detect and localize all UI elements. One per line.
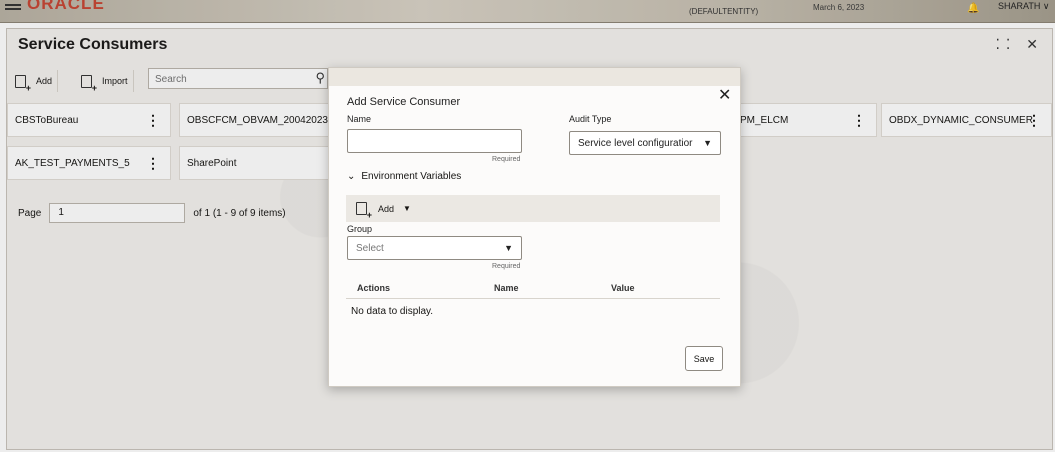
chevron-down-icon: ▼ — [703, 138, 712, 148]
column-header-name[interactable]: Name — [494, 283, 519, 293]
audit-type-select[interactable]: Service level configuratior ▼ — [569, 131, 721, 155]
audit-type-value: Service level configuratior — [578, 137, 693, 149]
chevron-down-icon: ▼ — [504, 243, 513, 253]
table-divider — [346, 298, 720, 299]
add-menu-label: Add — [378, 203, 395, 214]
environment-variables-label: Environment Variables — [361, 171, 462, 182]
group-required-hint: Required — [492, 263, 521, 270]
chevron-down-icon: ⌄ — [347, 171, 356, 182]
caret-down-icon: ▼ — [403, 204, 411, 213]
save-button[interactable]: Save — [685, 346, 723, 371]
dialog-header-strip — [329, 68, 740, 86]
name-label: Name — [347, 114, 372, 124]
empty-table-message: No data to display. — [351, 306, 434, 317]
group-placeholder: Select — [356, 242, 384, 254]
column-header-value[interactable]: Value — [611, 283, 635, 293]
add-document-icon — [356, 202, 372, 220]
group-label: Group — [347, 224, 373, 234]
dialog-title: Add Service Consumer — [347, 96, 461, 108]
environment-variables-toggle[interactable]: ⌄ Environment Variables — [347, 171, 461, 182]
name-required-hint: Required — [492, 156, 521, 163]
add-menu-button[interactable]: Add ▼ — [356, 202, 411, 220]
close-icon[interactable]: ✕ — [718, 85, 731, 105]
group-select[interactable]: Select ▼ — [347, 236, 522, 260]
env-add-toolbar: Add ▼ — [346, 195, 720, 222]
name-field[interactable] — [347, 129, 522, 153]
column-header-actions[interactable]: Actions — [357, 283, 390, 293]
audit-type-label: Audit Type — [569, 114, 612, 124]
add-service-consumer-dialog: Add Service Consumer ✕ Name Required Aud… — [328, 67, 741, 387]
name-input[interactable] — [356, 132, 521, 150]
